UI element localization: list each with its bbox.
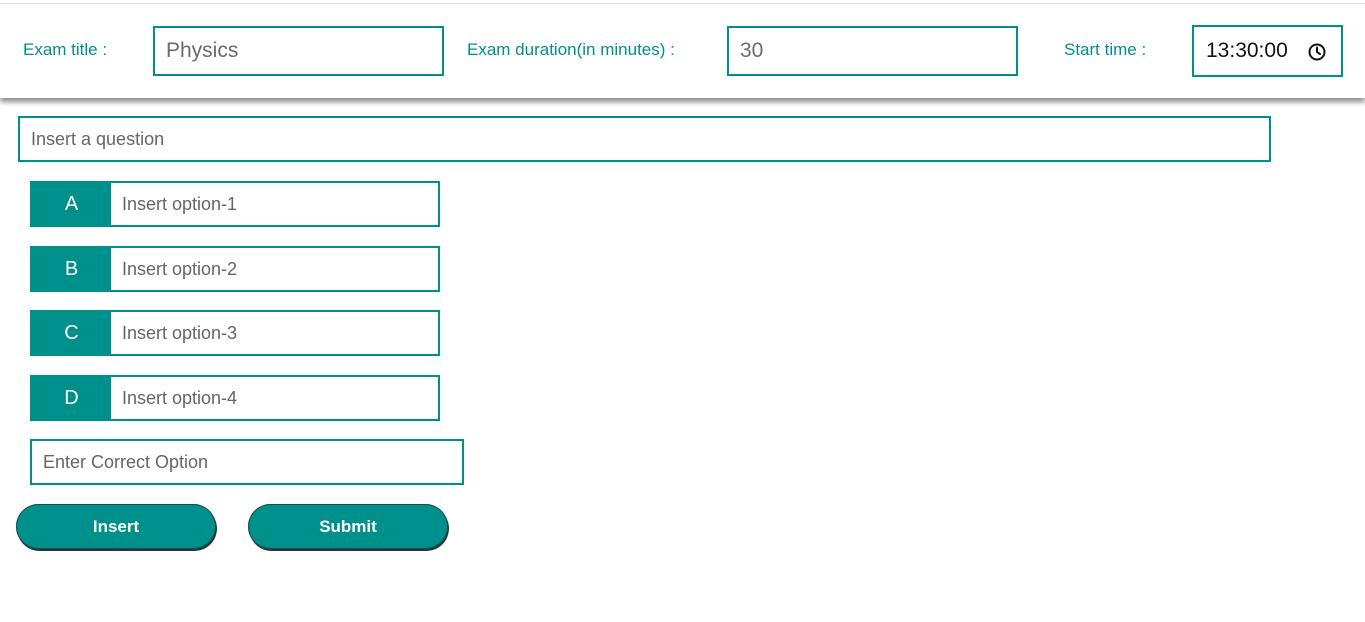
option-row-b: B xyxy=(30,246,440,292)
correct-option-input[interactable] xyxy=(30,439,464,485)
start-time-label: Start time : xyxy=(1064,40,1147,59)
question-input[interactable] xyxy=(18,116,1271,162)
exam-title-input[interactable] xyxy=(153,26,444,76)
option-input-1[interactable] xyxy=(111,183,438,225)
exam-duration-input[interactable] xyxy=(727,26,1018,76)
option-letter-d: D xyxy=(32,377,111,419)
option-letter-a: A xyxy=(32,183,111,225)
exam-duration-label: Exam duration(in minutes) : xyxy=(467,40,675,59)
submit-button[interactable]: Submit xyxy=(248,504,448,549)
option-row-a: A xyxy=(30,181,440,227)
start-time-input[interactable]: 13:30:00 xyxy=(1192,25,1343,77)
start-time-value: 13:30:00 xyxy=(1206,39,1288,62)
option-input-4[interactable] xyxy=(111,377,438,419)
option-letter-b: B xyxy=(32,248,111,290)
option-letter-c: C xyxy=(32,312,111,354)
exam-settings-header: Exam title : Exam duration(in minutes) :… xyxy=(0,4,1365,98)
exam-title-label: Exam title : xyxy=(23,40,108,59)
option-row-d: D xyxy=(30,375,440,421)
option-row-c: C xyxy=(30,310,440,356)
option-input-3[interactable] xyxy=(111,312,438,354)
option-input-2[interactable] xyxy=(111,248,438,290)
clock-icon[interactable] xyxy=(1307,42,1327,62)
insert-button[interactable]: Insert xyxy=(16,504,216,549)
